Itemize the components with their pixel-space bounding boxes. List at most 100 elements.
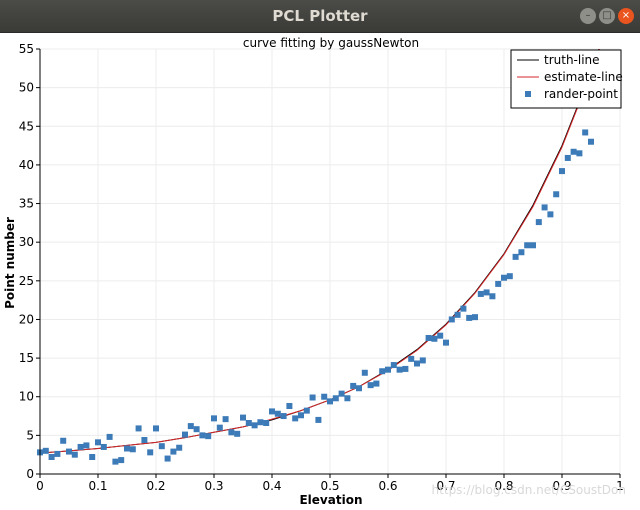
- data-point-35: [240, 414, 246, 421]
- series-points-rander-point: [37, 100, 600, 465]
- legend-label-truth-line: truth-line: [544, 53, 600, 67]
- data-point-21: [158, 443, 165, 450]
- legend: truth-line estimate-line rander-point: [510, 49, 623, 109]
- data-point-42: [280, 413, 287, 420]
- data-point-28: [199, 432, 206, 439]
- data-point-5: [66, 448, 72, 455]
- data-point-19: [147, 449, 154, 456]
- data-point-72: [454, 311, 461, 318]
- data-point-90: [559, 168, 565, 175]
- data-point-46: [303, 407, 310, 414]
- data-point-39: [263, 420, 270, 426]
- data-point-26: [187, 423, 194, 430]
- data-point-85: [530, 242, 536, 249]
- data-point-62: [396, 366, 403, 373]
- chart-title: curve fitting by gaussNewton: [243, 36, 419, 50]
- data-point-44: [292, 415, 299, 422]
- data-point-20: [153, 425, 159, 432]
- data-point-4: [60, 437, 67, 444]
- data-point-38: [257, 419, 264, 426]
- data-point-93: [576, 150, 583, 157]
- data-point-22: [164, 455, 171, 462]
- data-point-75: [472, 314, 478, 321]
- data-point-65: [414, 360, 420, 367]
- data-point-47: [309, 394, 316, 401]
- data-point-31: [216, 424, 223, 431]
- y-tick-label-6: 30: [19, 235, 34, 249]
- legend-swatch-rander-point: [525, 91, 531, 97]
- data-point-36: [245, 420, 252, 426]
- title-bar[interactable]: PCL Plotter – □ ×: [0, 0, 640, 33]
- data-point-78: [489, 293, 496, 300]
- y-tick-label-8: 40: [19, 158, 34, 172]
- data-point-67: [425, 335, 432, 341]
- maximize-button[interactable]: □: [599, 8, 615, 24]
- data-point-16: [129, 446, 136, 453]
- data-point-69: [437, 332, 444, 339]
- legend-label-rander-point: rander-point: [544, 87, 618, 101]
- data-point-81: [506, 273, 513, 280]
- close-button[interactable]: ×: [618, 8, 634, 24]
- window-title: PCL Plotter: [272, 7, 368, 25]
- data-point-68: [431, 335, 438, 342]
- data-point-12: [106, 433, 113, 440]
- data-point-6: [71, 451, 78, 458]
- data-point-3: [54, 450, 61, 457]
- data-point-45: [298, 412, 304, 419]
- x-tick-label-5: 0.5: [320, 479, 339, 493]
- data-point-2: [48, 454, 55, 460]
- data-point-54: [350, 382, 357, 389]
- chart-svg[interactable]: 0 0.1 0.2 0.3 0.4 0.5 0.6 0.7 0.8 0.9 105101520253…: [0, 33, 640, 510]
- data-point-25: [182, 431, 188, 438]
- data-point-79: [495, 280, 502, 287]
- x-tick-label-0: 0: [36, 479, 44, 493]
- y-tick-label-7: 35: [19, 197, 34, 211]
- y-tick-label-10: 50: [19, 81, 34, 95]
- data-point-58: [373, 380, 380, 387]
- data-point-23: [170, 448, 177, 455]
- data-point-24: [176, 444, 183, 451]
- data-point-94: [582, 129, 589, 136]
- data-point-86: [535, 219, 542, 226]
- data-point-10: [95, 439, 101, 446]
- data-point-76: [477, 290, 484, 297]
- x-tick-label-6: 0.6: [378, 479, 397, 493]
- y-tick-label-5: 25: [19, 274, 34, 288]
- data-point-48: [315, 416, 322, 423]
- data-point-82: [512, 253, 519, 260]
- data-point-89: [553, 191, 560, 198]
- plotter-window: PCL Plotter – □ × 0 0.1 0.2 0.3 0.4 0.5 0.6 0.7…: [0, 0, 640, 510]
- data-point-63: [402, 365, 409, 372]
- data-point-84: [524, 242, 531, 249]
- data-point-32: [222, 416, 229, 423]
- data-point-1: [42, 447, 49, 454]
- data-point-73: [460, 305, 467, 312]
- minimize-button[interactable]: –: [580, 8, 596, 24]
- data-point-74: [466, 314, 473, 321]
- x-tick-label-2: 0.2: [146, 479, 165, 493]
- data-point-43: [286, 403, 293, 409]
- data-point-64: [408, 355, 415, 362]
- data-point-56: [361, 369, 368, 376]
- data-point-49: [321, 393, 328, 400]
- y-tick-label-9: 45: [19, 119, 34, 133]
- data-point-40: [269, 408, 275, 415]
- data-point-59: [379, 368, 386, 375]
- data-point-55: [356, 385, 362, 392]
- y-axis-title: Point number: [3, 217, 17, 309]
- data-point-15: [124, 445, 130, 452]
- data-point-61: [390, 362, 397, 369]
- data-point-83: [518, 249, 525, 256]
- data-point-95: [588, 138, 594, 145]
- data-point-9: [89, 454, 96, 460]
- y-tick-label-1: 5: [26, 428, 34, 442]
- data-point-7: [77, 443, 84, 450]
- x-tick-label-4: 0.4: [262, 479, 281, 493]
- data-point-71: [448, 316, 455, 323]
- plot-area[interactable]: 0 0.1 0.2 0.3 0.4 0.5 0.6 0.7 0.8 0.9 1 0 5 10 15 20 25 3…: [0, 33, 640, 510]
- y-tick-label-2: 10: [19, 390, 34, 404]
- data-point-17: [135, 425, 142, 432]
- data-point-52: [338, 390, 345, 397]
- y-tick-label-3: 15: [19, 351, 34, 365]
- axes: 0 0.1 0.2 0.3 0.4 0.5 0.6 0.7 0.8 0.9 105101520253…: [19, 42, 624, 493]
